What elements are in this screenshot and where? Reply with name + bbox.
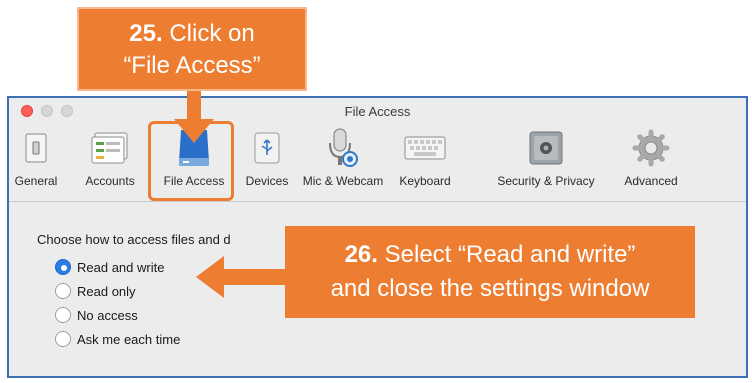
- switch-icon: [14, 126, 58, 170]
- preferences-toolbar: General Accounts File Access Devices Mic…: [9, 124, 746, 202]
- arrow-down-icon: [174, 89, 214, 143]
- tab-keyboard-label: Keyboard: [399, 174, 451, 188]
- tab-advanced-label: Advanced: [624, 174, 678, 188]
- tab-general-label: General: [14, 174, 58, 188]
- step-number: 26.: [344, 241, 378, 268]
- tab-security-privacy[interactable]: Security & Privacy: [487, 124, 605, 198]
- instruction-callout-25: 25. Click on “File Access”: [77, 7, 307, 91]
- tab-mic-webcam-label: Mic & Webcam: [302, 174, 384, 188]
- step-text: Click on: [169, 20, 255, 47]
- instruction-callout-26: 26. Select “Read and write” and close th…: [285, 226, 695, 318]
- radio-button[interactable]: [55, 259, 71, 275]
- tab-security-privacy-label: Security & Privacy: [497, 174, 595, 188]
- keyboard-icon: [403, 126, 447, 170]
- accounts-icon: [88, 126, 132, 170]
- radio-label: Read and write: [77, 259, 165, 275]
- tab-devices[interactable]: Devices: [242, 124, 292, 198]
- tab-devices-label: Devices: [245, 174, 289, 188]
- step-text-line2: “File Access”: [123, 52, 261, 79]
- radio-no-access[interactable]: No access: [55, 307, 138, 323]
- radio-label: Ask me each time: [77, 331, 181, 347]
- access-mode-heading: Choose how to access files and d: [37, 232, 231, 247]
- radio-label: No access: [77, 307, 138, 323]
- radio-read-and-write[interactable]: Read and write: [55, 259, 164, 275]
- tab-accounts-label: Accounts: [85, 174, 135, 188]
- tab-keyboard[interactable]: Keyboard: [394, 124, 456, 198]
- step-number: 25.: [129, 20, 163, 47]
- tab-accounts[interactable]: Accounts: [85, 124, 135, 198]
- step-text-line2: and close the settings window: [330, 275, 650, 302]
- step-text: Select “Read and write”: [384, 241, 636, 268]
- window-title: File Access: [344, 104, 411, 119]
- microphone-icon: [321, 126, 365, 170]
- tab-mic-webcam[interactable]: Mic & Webcam: [300, 124, 386, 198]
- radio-read-only[interactable]: Read only: [55, 283, 136, 299]
- radio-label: Read only: [77, 283, 136, 299]
- gear-icon: [629, 126, 673, 170]
- usb-icon: [245, 126, 289, 170]
- radio-button[interactable]: [55, 307, 71, 323]
- radio-ask-each-time[interactable]: Ask me each time: [55, 331, 180, 347]
- safe-icon: [524, 126, 568, 170]
- radio-button[interactable]: [55, 331, 71, 347]
- tab-advanced[interactable]: Advanced: [619, 124, 683, 198]
- title-bar: File Access: [9, 98, 746, 124]
- tab-general[interactable]: General: [15, 124, 57, 198]
- radio-button[interactable]: [55, 283, 71, 299]
- arrow-left-icon: [196, 256, 288, 298]
